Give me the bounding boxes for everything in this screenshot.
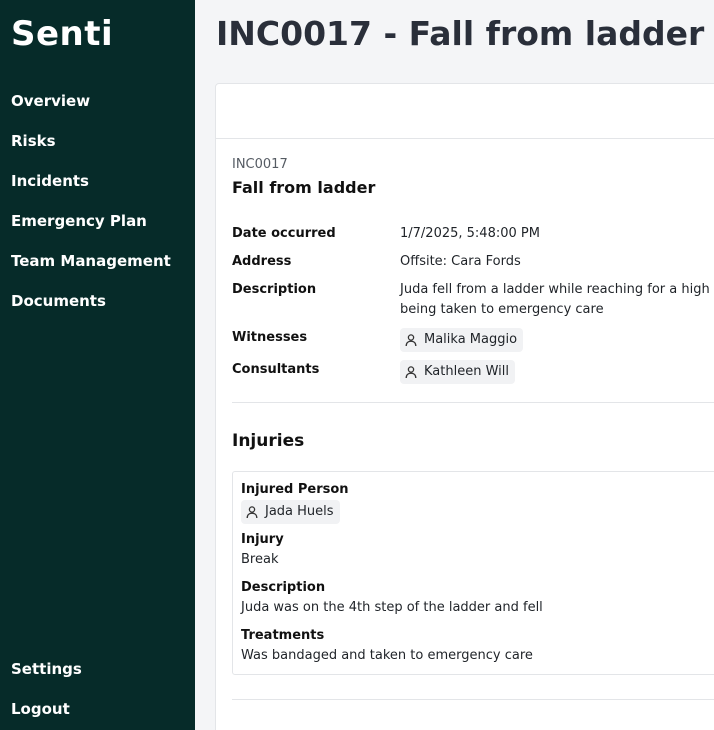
injury-card: Injured Person Jada Huels Injury Break D… (232, 471, 714, 675)
sidebar-item-team-management[interactable]: Team Management (11, 250, 171, 290)
date-value: 1/7/2025, 5:48:00 PM (400, 226, 540, 241)
page-title: INC0017 - Fall from ladder (216, 14, 705, 53)
address-label: Address (232, 254, 292, 269)
description-label: Description (232, 282, 317, 297)
treatments-value: Was bandaged and taken to emergency care (241, 648, 533, 663)
injury-label: Injury (241, 532, 284, 547)
field-address: Address Offsite: Cara Fords (232, 252, 714, 272)
person-icon (246, 506, 258, 519)
senti-logo[interactable]: Senti (11, 14, 113, 54)
incident-details: INC0017 Fall from ladder Date occurred 1… (232, 156, 714, 700)
incident-title: Fall from ladder (232, 178, 376, 197)
sidebar-item-risks[interactable]: Risks (11, 130, 171, 170)
witness-name: Malika Maggio (424, 332, 518, 347)
injury-description-value: Juda was on the 4th step of the ladder a… (241, 600, 543, 615)
consultant-chip[interactable]: Kathleen Will (400, 360, 515, 384)
sidebar-nav: Overview Risks Incidents Emergency Plan … (11, 90, 171, 330)
consultants-label: Consultants (232, 362, 320, 377)
incident-fields: Date occurred 1/7/2025, 5:48:00 PM Addre… (232, 224, 714, 384)
field-date: Date occurred 1/7/2025, 5:48:00 PM (232, 224, 714, 244)
field-witnesses: Witnesses Malika Maggio (232, 328, 714, 352)
section-divider (232, 402, 714, 403)
sidebar-item-overview[interactable]: Overview (11, 90, 171, 130)
witnesses-label: Witnesses (232, 330, 308, 345)
incident-card: INC0017 Fall from ladder Date occurred 1… (215, 83, 714, 730)
sidebar-item-incidents[interactable]: Incidents (11, 170, 171, 210)
date-label: Date occurred (232, 226, 336, 241)
description-value: Juda fell from a ladder while reaching f… (400, 282, 714, 317)
sidebar-item-emergency-plan[interactable]: Emergency Plan (11, 210, 171, 250)
consultant-name: Kathleen Will (424, 364, 509, 379)
injury-value: Break (241, 552, 279, 567)
injury-description-label: Description (241, 580, 326, 595)
incident-id: INC0017 (232, 157, 288, 172)
injuries-heading: Injuries (232, 431, 305, 451)
person-icon (405, 366, 417, 379)
witness-chip[interactable]: Malika Maggio (400, 328, 524, 352)
injured-person-label: Injured Person (241, 482, 349, 497)
field-description: Description Juda fell from a ladder whil… (232, 280, 714, 320)
address-value: Offsite: Cara Fords (400, 254, 521, 269)
sidebar-item-settings[interactable]: Settings (11, 658, 82, 698)
treatments-label: Treatments (241, 628, 325, 643)
sidebar-item-documents[interactable]: Documents (11, 290, 171, 330)
injured-person-name: Jada Huels (265, 504, 334, 519)
injured-person-chip[interactable]: Jada Huels (241, 500, 340, 524)
bottom-divider (232, 699, 714, 700)
person-icon (405, 334, 417, 347)
card-toolbar (216, 84, 714, 139)
field-consultants: Consultants Kathleen Will (232, 360, 714, 384)
sidebar-bottom-nav: Settings Logout (11, 658, 82, 730)
sidebar: Senti Overview Risks Incidents Emergency… (0, 0, 195, 730)
sidebar-item-logout[interactable]: Logout (11, 698, 82, 730)
